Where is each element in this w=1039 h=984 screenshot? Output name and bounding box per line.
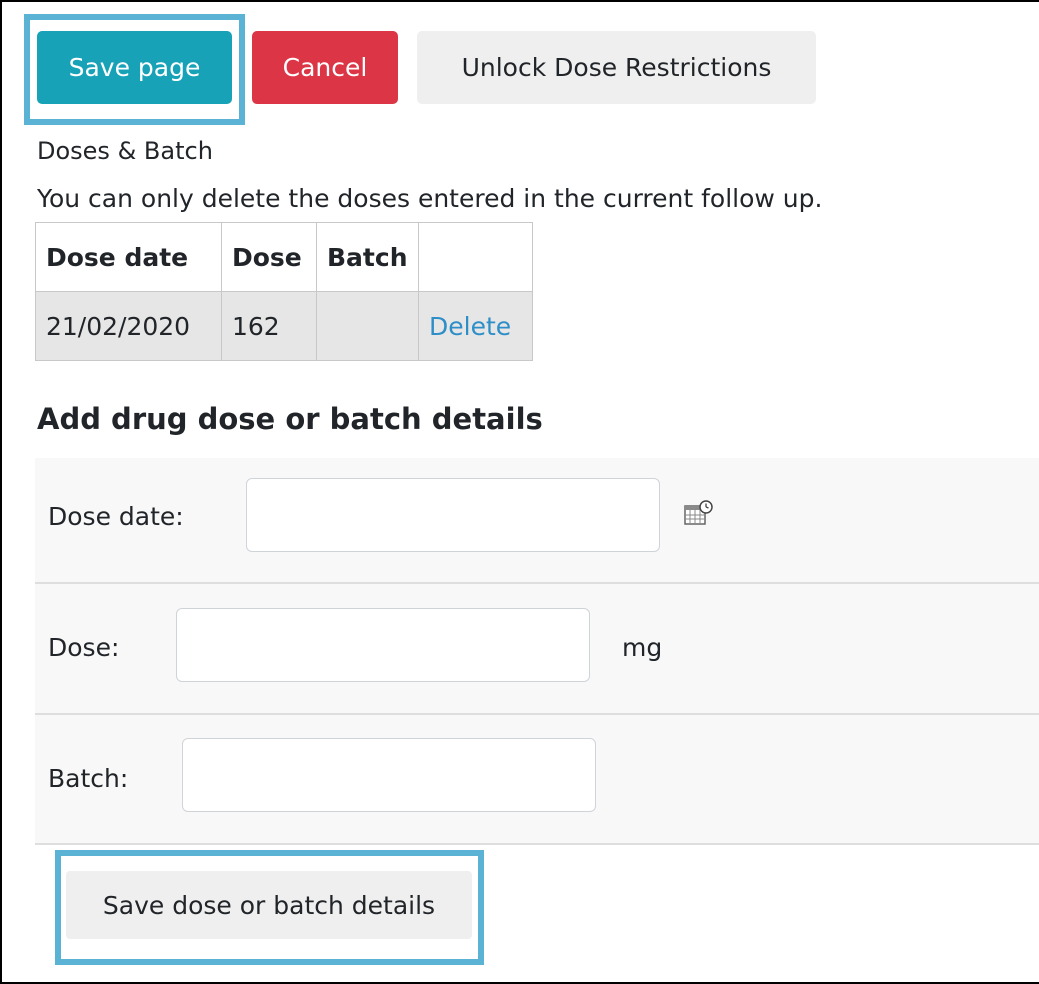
row-divider [35,843,1039,845]
doses-table: Dose date Dose Batch 21/02/2020 162 Dele… [35,222,533,361]
row-divider [35,582,1039,584]
dose-input[interactable] [176,608,590,682]
dose-label: Dose: [48,633,120,662]
column-header-batch: Batch [316,222,419,292]
cell-actions: Delete [418,291,533,361]
delete-dose-link[interactable]: Delete [429,312,511,341]
table-row: 21/02/2020 162 Delete [35,291,533,361]
cell-dose-date: 21/02/2020 [35,291,222,361]
save-dose-details-button[interactable]: Save dose or batch details [66,871,472,939]
cell-dose: 162 [221,291,317,361]
row-divider [35,713,1039,715]
dose-date-input[interactable] [246,478,660,552]
dose-unit-label: mg [622,633,663,662]
calendar-icon[interactable] [683,498,715,530]
add-form-title: Add drug dose or batch details [37,402,543,436]
doses-section-heading: Doses & Batch [37,137,213,165]
unlock-dose-restrictions-button[interactable]: Unlock Dose Restrictions [417,31,816,104]
cell-batch [316,291,419,361]
batch-input[interactable] [182,738,596,812]
cancel-button[interactable]: Cancel [252,31,398,104]
table-header-row: Dose date Dose Batch [35,222,533,292]
column-header-dose: Dose [221,222,317,292]
save-page-button[interactable]: Save page [37,31,232,104]
batch-label: Batch: [48,764,129,793]
column-header-actions [418,222,533,292]
column-header-dose-date: Dose date [35,222,222,292]
dose-date-label: Dose date: [48,502,184,531]
doses-section-note: You can only delete the doses entered in… [37,184,823,213]
